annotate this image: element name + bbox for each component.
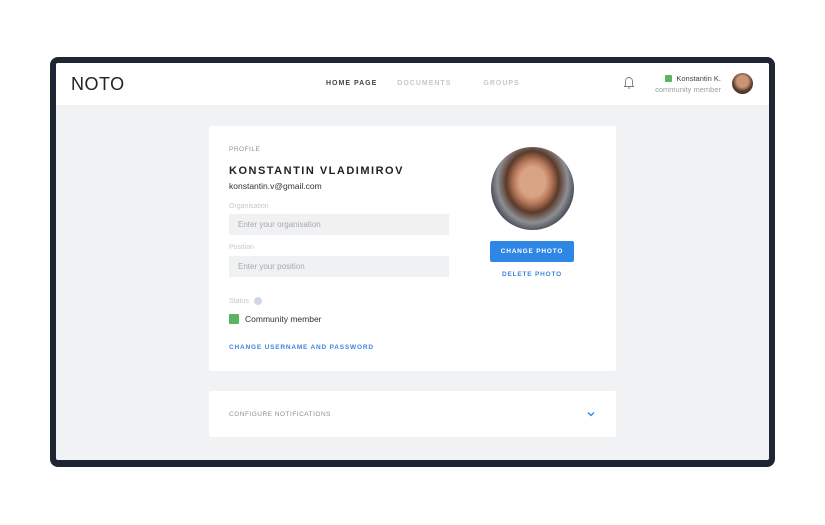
section-label: PROFILE — [229, 146, 261, 153]
user-role: community member — [655, 85, 721, 94]
delete-photo-link[interactable]: DELETE PHOTO — [490, 271, 574, 278]
change-photo-button[interactable]: CHANGE PHOTO — [490, 241, 574, 262]
position-input[interactable] — [229, 256, 449, 277]
notifications-card[interactable]: CONFIGURE NOTIFICATIONS — [209, 391, 616, 437]
change-credentials-link[interactable]: CHANGE USERNAME AND PASSWORD — [229, 344, 374, 351]
device-frame: NOTO HOME PAGE DOCUMENTS GROUPS Konstant… — [50, 57, 775, 467]
main-nav: HOME PAGE DOCUMENTS GROUPS — [326, 80, 540, 87]
info-icon[interactable] — [253, 297, 262, 305]
organisation-label: Organisation — [229, 203, 269, 210]
user-menu[interactable]: Konstantin K. community member — [651, 74, 721, 94]
full-name: KONSTANTIN VLADIMIROV — [229, 165, 404, 177]
nav-documents[interactable]: DOCUMENTS — [397, 80, 451, 87]
top-header: NOTO HOME PAGE DOCUMENTS GROUPS Konstant… — [56, 63, 769, 105]
nav-groups[interactable]: GROUPS — [483, 80, 519, 87]
status-value: Community member — [245, 314, 322, 324]
organisation-input[interactable] — [229, 214, 449, 235]
member-badge-icon — [665, 75, 673, 82]
logo[interactable]: NOTO — [71, 74, 125, 95]
profile-photo — [491, 147, 574, 230]
email: konstantin.v@gmail.com — [229, 181, 322, 191]
app-screen: NOTO HOME PAGE DOCUMENTS GROUPS Konstant… — [56, 63, 769, 460]
position-label: Position — [229, 244, 254, 251]
bell-icon[interactable] — [623, 76, 635, 90]
member-badge-icon — [229, 314, 239, 324]
avatar[interactable] — [732, 73, 753, 94]
user-name: Konstantin K. — [676, 74, 721, 83]
profile-card: PROFILE KONSTANTIN VLADIMIROV konstantin… — [209, 126, 616, 371]
notifications-label: CONFIGURE NOTIFICATIONS — [229, 411, 332, 418]
chevron-down-icon[interactable] — [587, 411, 595, 417]
nav-home-page[interactable]: HOME PAGE — [326, 80, 377, 87]
status-label: Status — [229, 297, 249, 305]
